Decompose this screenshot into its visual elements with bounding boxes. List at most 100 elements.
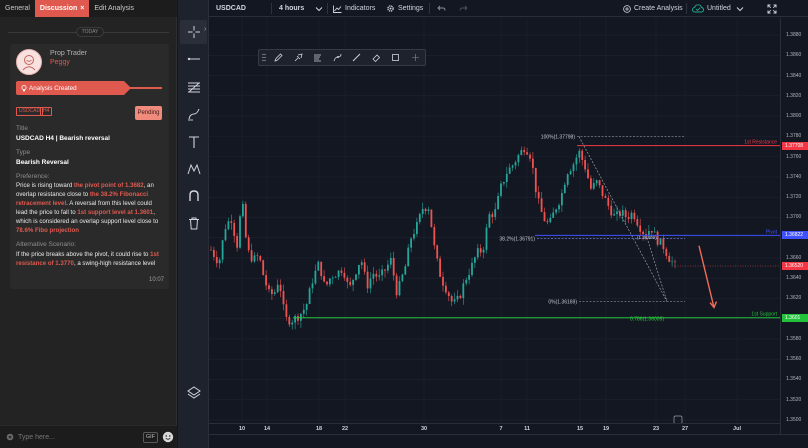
candle-body <box>247 237 250 251</box>
candle-body <box>656 231 659 245</box>
layout-button[interactable]: Untitled <box>692 0 744 17</box>
trading-app: { "chat": { "tabs": [ {"label": "General… <box>0 0 808 448</box>
time-axis[interactable]: 10 14 18 22 30 7 11 15 19 23 27 Jul <box>209 423 780 434</box>
delete-drawings-tool[interactable] <box>180 211 207 235</box>
tab-discussion-label: Discussion <box>39 5 78 12</box>
price-tick-label: 1.3860 <box>786 52 802 59</box>
candle-body <box>418 213 421 222</box>
time-tick-label: 27 <box>681 426 689 432</box>
time-tick-label: 23 <box>652 426 660 432</box>
candle-body <box>430 209 433 228</box>
candle-body <box>497 195 499 210</box>
candle-body <box>363 262 366 272</box>
text-tool[interactable] <box>180 130 207 154</box>
candle-body <box>517 154 520 163</box>
chevron-right-icon[interactable]: › <box>204 26 206 33</box>
candle-body <box>439 258 441 277</box>
fill-icon <box>314 54 322 62</box>
price-badge: 1.37708 <box>782 141 808 150</box>
highlight-pivot: the pivot point of 1.3682 <box>73 182 144 189</box>
create-analysis-button[interactable]: Create Analysis <box>623 0 683 17</box>
tab-edit-analysis[interactable]: Edit Analysis <box>89 0 139 17</box>
close-icon[interactable]: × <box>80 5 84 12</box>
price-tick-label: 1.3620 <box>786 295 802 302</box>
fib-tool[interactable] <box>180 75 207 99</box>
candle-body <box>268 285 270 290</box>
floating-drawing-toolbar <box>258 49 426 66</box>
interval-button[interactable]: 4 hours <box>279 0 304 17</box>
pencil-button[interactable] <box>269 50 289 65</box>
candle-body <box>476 248 479 258</box>
redo-button[interactable] <box>459 0 468 17</box>
gif-button[interactable]: GIF <box>143 432 158 443</box>
attach-icon[interactable] <box>6 433 14 441</box>
candle-body <box>410 238 412 248</box>
brush-tool[interactable] <box>180 102 207 126</box>
price-axis[interactable]: 1.3880 1.3860 1.3840 1.3820 1.3800 1.3780 1.37… <box>780 18 808 434</box>
candle-body <box>236 235 238 248</box>
candle-body <box>627 217 630 220</box>
candle-body <box>598 180 601 186</box>
tab-discussion[interactable]: Discussion × <box>34 0 90 17</box>
settings-button[interactable]: Settings <box>386 0 423 17</box>
candle-body <box>555 209 557 213</box>
price-chart[interactable]: 1st Resistance Pivot 1st Support 100%(1.377… <box>209 18 780 434</box>
fib-tool-icon <box>187 82 200 93</box>
candle-body <box>653 231 656 233</box>
candle-body <box>297 315 299 321</box>
trend-line-icon <box>187 57 200 61</box>
candle-body <box>505 173 508 183</box>
price-tick-label: 1.3820 <box>786 92 802 99</box>
fullscreen-button[interactable] <box>767 0 777 17</box>
eraser-button[interactable] <box>366 50 386 65</box>
settings-label: Settings <box>398 5 424 12</box>
avatar[interactable] <box>16 49 42 75</box>
chart-canvas[interactable]: 1st Resistance Pivot 1st Support 100%(1.377… <box>209 18 780 434</box>
candle-body <box>526 152 528 155</box>
undo-button[interactable] <box>437 0 446 17</box>
sender-name[interactable]: Peggy <box>50 59 70 66</box>
time-tick-label: 15 <box>576 426 584 432</box>
candle-body <box>349 281 352 285</box>
brush-icon <box>294 53 303 62</box>
brush-button[interactable] <box>288 50 308 65</box>
trend-line-tool[interactable] <box>180 47 207 71</box>
candle-body <box>485 227 488 250</box>
candle-body <box>607 197 610 206</box>
fib-level-label: 0%(1.36169) <box>548 300 577 306</box>
layers-tool[interactable] <box>180 380 207 404</box>
magnet-tool[interactable] <box>180 184 207 208</box>
bottom-strip <box>209 434 808 448</box>
indicators-button[interactable]: Indicators <box>333 0 375 17</box>
candle-body <box>456 295 459 300</box>
line-width-button[interactable] <box>347 50 367 65</box>
create-analysis-label: Create Analysis <box>634 5 683 12</box>
candle-body <box>624 210 627 218</box>
drag-handle[interactable] <box>259 50 269 65</box>
pattern-tool[interactable] <box>180 157 207 181</box>
symbol-search-button[interactable]: USDCAD <box>216 0 246 17</box>
interval-label: 4 hours <box>279 5 305 12</box>
price-tick-label: 1.3780 <box>786 133 802 140</box>
interval-dropdown[interactable] <box>315 0 323 17</box>
message-time: 10:07 <box>148 277 164 283</box>
emoji-icon[interactable] <box>162 431 174 443</box>
crosshair-tool[interactable] <box>180 20 207 44</box>
style-button[interactable] <box>327 50 347 65</box>
price-badge: 1.36822 <box>782 231 808 240</box>
candle-body <box>256 255 259 257</box>
more-button[interactable] <box>405 50 425 65</box>
tab-general[interactable]: General <box>0 0 35 17</box>
candle-body <box>584 159 586 170</box>
time-tick-label: 11 <box>524 426 530 432</box>
price-tick-label: 1.3800 <box>786 113 802 120</box>
box-button[interactable] <box>386 50 406 65</box>
candle-body <box>242 203 244 217</box>
fill-button[interactable] <box>308 50 328 65</box>
message-input[interactable] <box>18 431 138 444</box>
candle-body <box>511 165 514 168</box>
more-icon <box>411 54 419 61</box>
candle-body <box>323 276 325 282</box>
status-badge[interactable]: Pending <box>135 106 162 120</box>
analysis-badge-text: Analysis Created <box>29 84 77 92</box>
